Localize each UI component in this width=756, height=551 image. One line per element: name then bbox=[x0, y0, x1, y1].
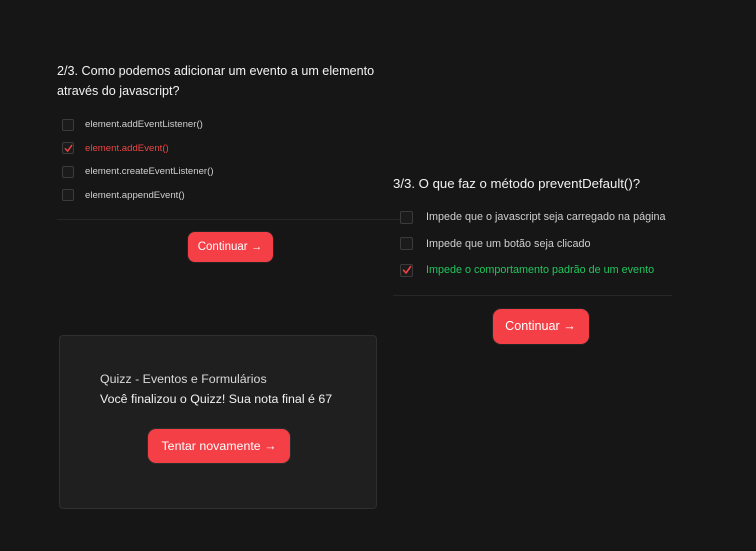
quiz-question-3: 3/3. O que faz o método preventDefault()… bbox=[393, 174, 672, 344]
answer-option[interactable]: element.appendEvent() bbox=[57, 184, 403, 208]
continue-button[interactable]: Continuar → bbox=[492, 308, 589, 344]
check-icon bbox=[64, 144, 72, 152]
answer-options: element.addEventListener() element.addEv… bbox=[57, 113, 403, 207]
continue-button[interactable]: Continuar → bbox=[187, 232, 273, 262]
retry-button[interactable]: Tentar novamente → bbox=[148, 429, 290, 463]
answer-label: Impede o comportamento padrão de um even… bbox=[426, 264, 655, 277]
answer-checkbox-checked[interactable] bbox=[62, 142, 74, 155]
quiz-question-2: 2/3. Como podemos adicionar um evento a … bbox=[57, 61, 403, 262]
question-text: 2/3. Como podemos adicionar um evento a … bbox=[57, 64, 375, 98]
answer-label: element.addEventListener() bbox=[85, 119, 203, 131]
answer-checkbox[interactable] bbox=[62, 165, 74, 178]
answer-label: Impede que um botão seja clicado bbox=[426, 237, 591, 250]
answer-option-selected-correct[interactable]: Impede o comportamento padrão de um even… bbox=[393, 257, 672, 284]
answer-option-selected-wrong[interactable]: element.addEvent() bbox=[57, 137, 403, 161]
answer-checkbox[interactable] bbox=[400, 210, 413, 224]
quiz-page: 2/3. Como podemos adicionar um evento a … bbox=[0, 0, 756, 551]
answer-checkbox[interactable] bbox=[62, 189, 74, 202]
divider bbox=[57, 219, 403, 220]
answer-label: Impede que o javascript seja carregado n… bbox=[426, 211, 666, 224]
answer-label: element.createEventListener() bbox=[85, 166, 214, 178]
answer-option[interactable]: Impede que o javascript seja carregado n… bbox=[393, 204, 672, 231]
question-text: 3/3. O que faz o método preventDefault()… bbox=[393, 176, 641, 191]
quiz-title: Quizz - Eventos e Formulários bbox=[100, 372, 267, 386]
answer-option[interactable]: Impede que um botão seja clicado bbox=[393, 231, 672, 258]
answer-label: element.appendEvent() bbox=[85, 189, 185, 201]
answer-option[interactable]: element.createEventListener() bbox=[57, 160, 403, 184]
answer-checkbox[interactable] bbox=[400, 237, 413, 251]
answer-options: Impede que o javascript seja carregado n… bbox=[393, 204, 672, 284]
divider bbox=[393, 294, 672, 296]
answer-checkbox-checked[interactable] bbox=[400, 263, 413, 277]
answer-option[interactable]: element.addEventListener() bbox=[57, 113, 403, 137]
button-row: Continuar → bbox=[57, 232, 403, 262]
button-row: Continuar → bbox=[393, 308, 672, 344]
answer-checkbox[interactable] bbox=[62, 118, 74, 131]
result-card: Quizz - Eventos e Formulários Você final… bbox=[59, 335, 377, 509]
check-icon bbox=[402, 266, 411, 275]
answer-label: element.addEvent() bbox=[85, 142, 169, 154]
final-score-message: Você finalizou o Quizz! Sua nota final é… bbox=[100, 392, 333, 406]
